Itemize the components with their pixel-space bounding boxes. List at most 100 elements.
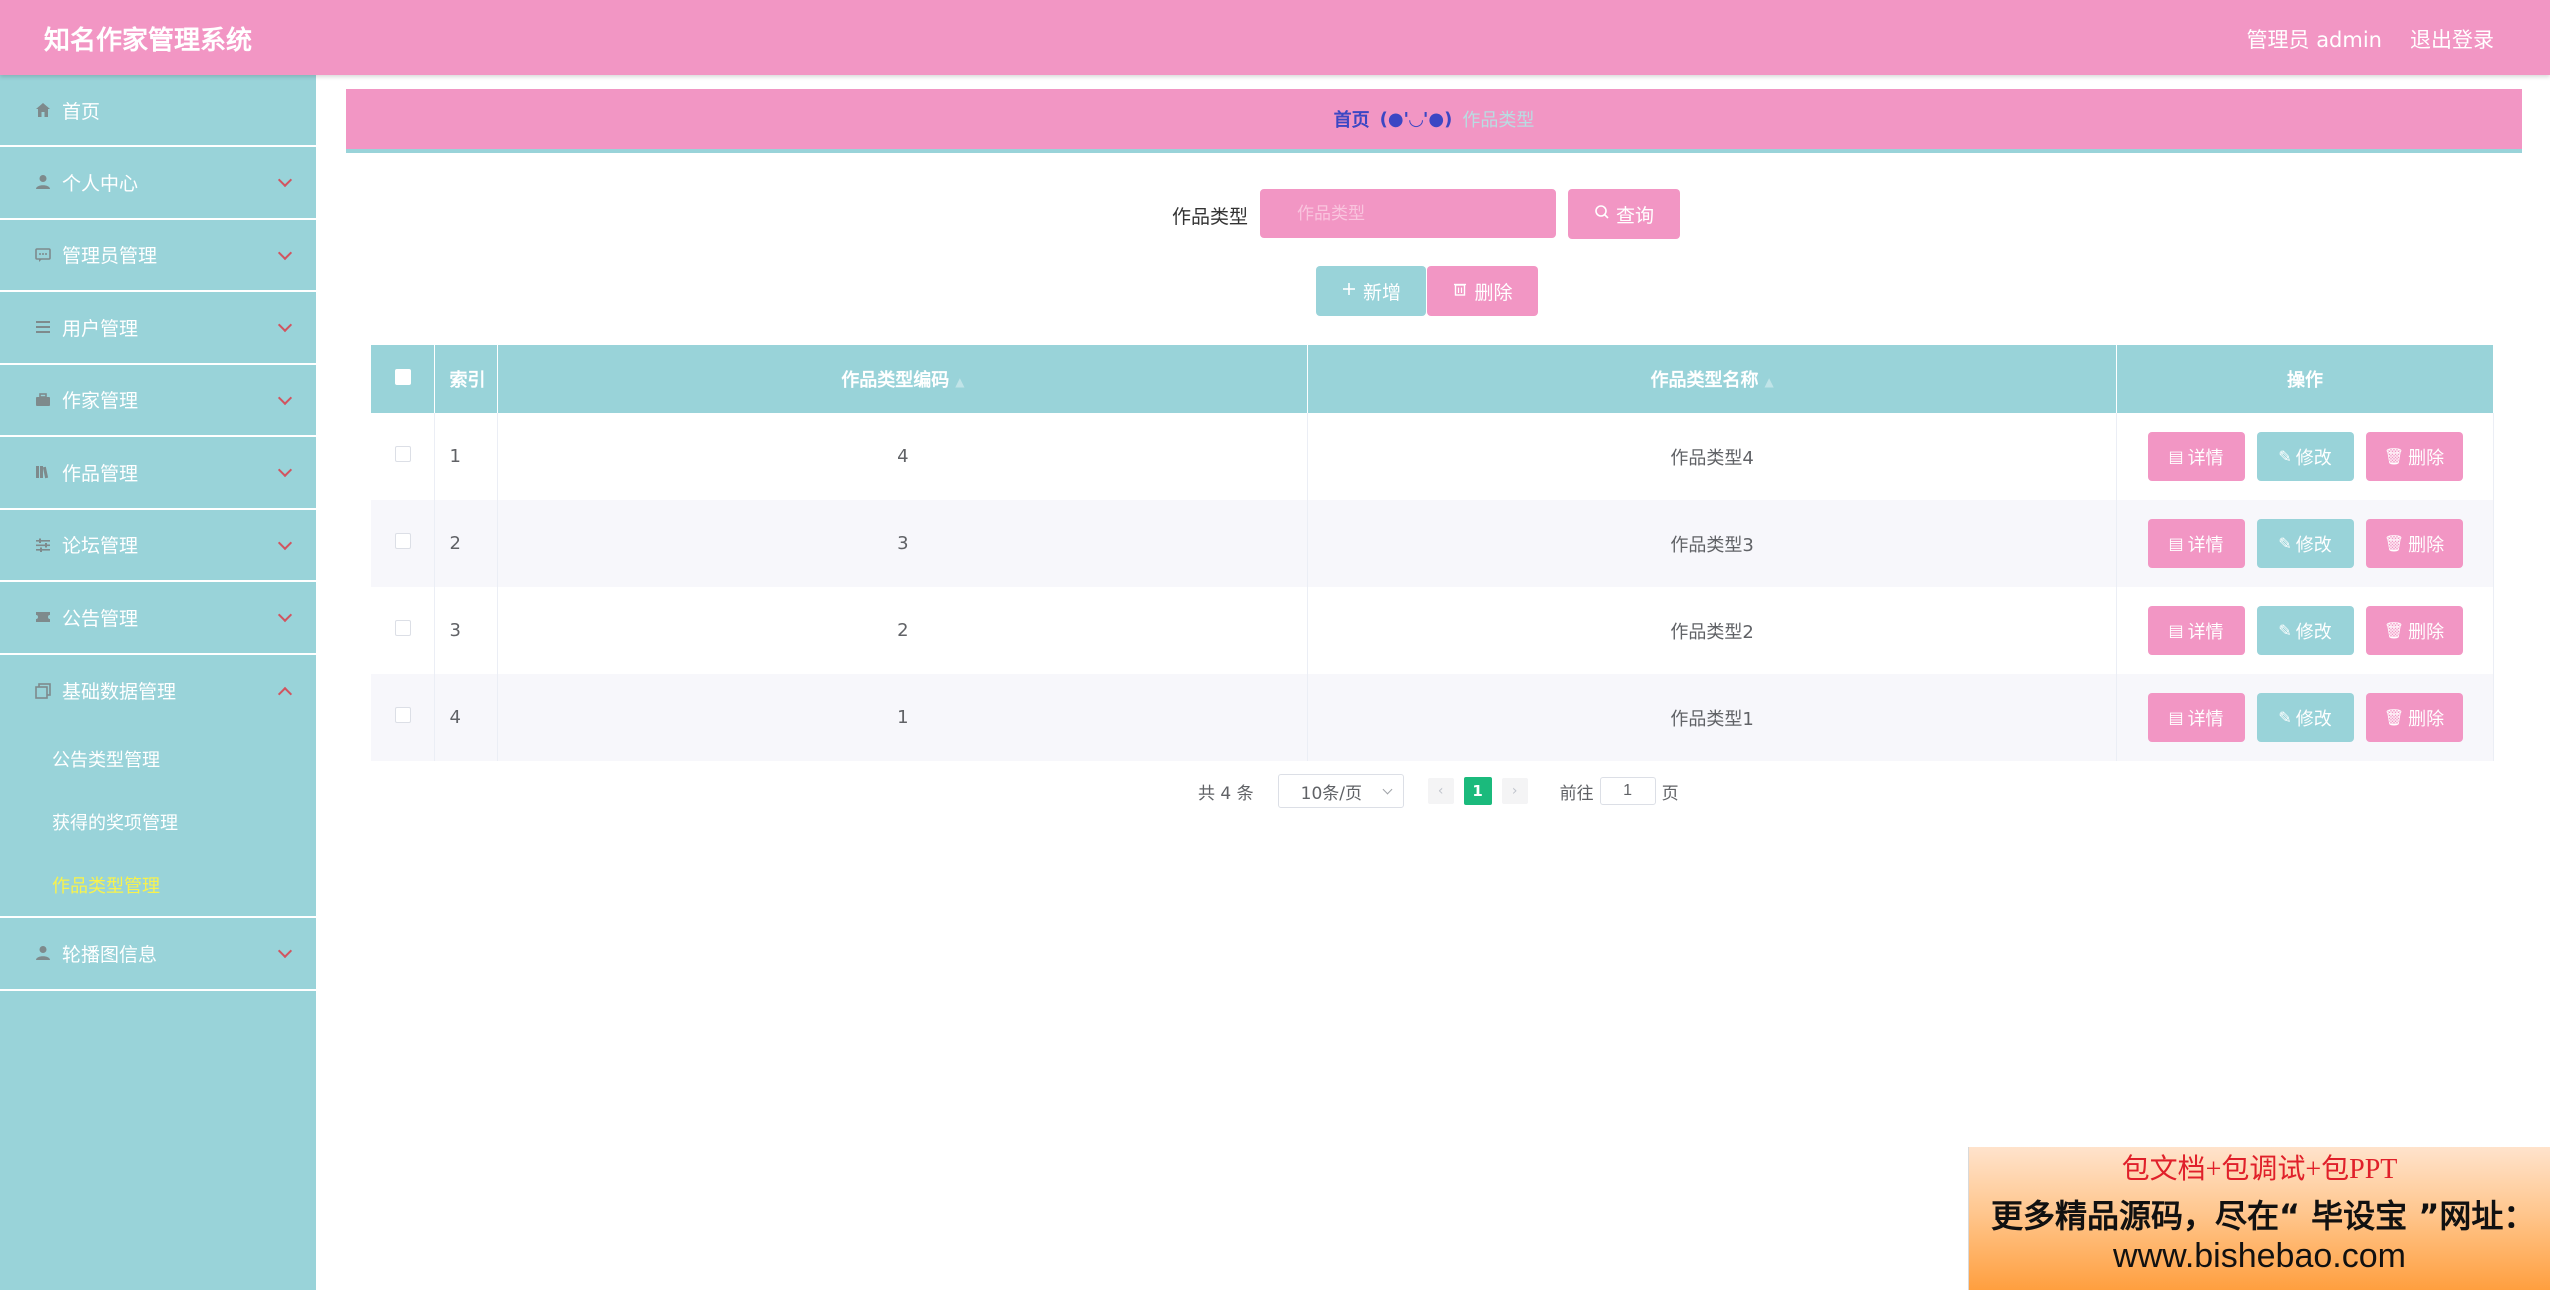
edit-button[interactable]: ✎ 修改: [2256, 693, 2354, 742]
chevron-down-icon: [277, 318, 293, 333]
sidebar-item-personal-center[interactable]: 个人中心: [0, 147, 316, 220]
detail-button[interactable]: ▤ 详情: [2147, 606, 2245, 655]
current-user: 管理员 admin: [2246, 28, 2382, 52]
sidebar-item-user-management[interactable]: 用户管理: [0, 292, 316, 365]
submenu-item-announcement-type[interactable]: 公告类型管理: [0, 727, 316, 790]
edit-button[interactable]: ✎ 修改: [2256, 519, 2354, 568]
sidebar-item-label: 个人中心: [62, 172, 139, 195]
person-icon: [32, 171, 54, 193]
submenu-basic-data: 公告类型管理 获得的奖项管理 作品类型管理: [0, 727, 316, 918]
chevron-down-icon: [277, 390, 293, 405]
chevron-down-icon: [277, 245, 293, 260]
header-name[interactable]: 作品类型名称 ▲: [1307, 345, 2117, 413]
person-icon: [32, 942, 54, 964]
sidebar-item-home[interactable]: 首页: [0, 75, 316, 147]
delete-button[interactable]: 🗑︎ 删除: [2365, 519, 2463, 568]
ticket-icon: [32, 606, 54, 628]
bulk-delete-button[interactable]: 删除: [1427, 266, 1538, 316]
sidebar-item-basic-data-management[interactable]: 基础数据管理: [0, 655, 316, 728]
submenu-item-award-management[interactable]: 获得的奖项管理: [0, 790, 316, 853]
goto-prefix: 前往: [1559, 783, 1594, 804]
trash-icon: 🗑︎: [2383, 534, 2405, 553]
detail-button[interactable]: ▤ 详情: [2147, 693, 2245, 742]
cell-index: 1: [434, 413, 499, 500]
header-index: 索引: [434, 345, 499, 413]
sidebar: 首页 个人中心 管理员管理 用户管理 作家管理 作品管理 论坛管理 公告管理 基…: [0, 75, 316, 1290]
sidebar-item-writer-management[interactable]: 作家管理: [0, 365, 316, 437]
chat-icon: [32, 244, 54, 266]
document-icon: ▤: [2168, 534, 2184, 553]
cell-index: 4: [434, 674, 499, 761]
sort-icon[interactable]: ▲: [1765, 375, 1774, 389]
detail-button-label: 详情: [2187, 708, 2224, 730]
logout-link[interactable]: 退出登录: [2410, 24, 2494, 54]
edit-button[interactable]: ✎ 修改: [2256, 432, 2354, 481]
page-number-current[interactable]: 1: [1463, 777, 1492, 805]
edit-icon: ✎: [2278, 534, 2292, 553]
header-code[interactable]: 作品类型编码 ▲: [497, 345, 1309, 413]
cell-code: 3: [497, 500, 1309, 587]
delete-button[interactable]: 🗑︎ 删除: [2365, 432, 2463, 481]
sidebar-item-works-management[interactable]: 作品管理: [0, 437, 316, 510]
search-label: 作品类型: [1172, 206, 1249, 228]
page-size-select[interactable]: 10条/页: [1277, 774, 1404, 808]
row-checkbox[interactable]: [394, 707, 411, 723]
trash-icon: 🗑︎: [2383, 621, 2405, 640]
sidebar-item-carousel-info[interactable]: 轮播图信息: [0, 918, 316, 991]
copy-icon: [32, 680, 54, 702]
row-select-cell[interactable]: [371, 413, 436, 500]
select-all-cell[interactable]: [371, 345, 436, 413]
delete-button[interactable]: 🗑︎ 删除: [2365, 693, 2463, 742]
sidebar-item-label: 轮播图信息: [62, 943, 158, 966]
sidebar-item-announcement-management[interactable]: 公告管理: [0, 582, 316, 655]
detail-button-label: 详情: [2187, 621, 2224, 643]
header-actions: 操作: [2116, 345, 2494, 413]
promo-banner: 包文档+包调试+包PPT 更多精品源码，尽在“ 毕设宝 ”网址： www.bis…: [1968, 1147, 2550, 1290]
search-input[interactable]: [1260, 189, 1556, 238]
sidebar-item-admin-management[interactable]: 管理员管理: [0, 220, 316, 292]
delete-button[interactable]: 🗑︎ 删除: [2365, 606, 2463, 655]
goto-suffix: 页: [1661, 783, 1679, 804]
breadcrumb-current: 作品类型: [1462, 110, 1535, 131]
trash-icon: 🗑︎: [2383, 708, 2405, 727]
promo-line-2: 更多精品源码，尽在“ 毕设宝 ”网址：: [1991, 1197, 2536, 1235]
document-icon: ▤: [2168, 708, 2184, 727]
table-row: 3 2 作品类型2 ▤ 详情 ✎ 修改 🗑︎ 删除: [371, 587, 2494, 674]
submenu-item-work-type[interactable]: 作品类型管理: [0, 853, 316, 916]
cell-code: 2: [497, 587, 1309, 674]
row-checkbox[interactable]: [394, 533, 411, 549]
chevron-up-icon: [277, 686, 293, 701]
delete-button-label: 删除: [2408, 447, 2445, 469]
sort-icon[interactable]: ▲: [955, 375, 964, 389]
row-checkbox[interactable]: [394, 446, 411, 462]
cell-actions: ▤ 详情 ✎ 修改 🗑︎ 删除: [2116, 500, 2494, 587]
row-select-cell[interactable]: [371, 500, 436, 587]
chevron-down-icon: [277, 535, 293, 550]
sidebar-item-label: 基础数据管理: [62, 681, 177, 704]
edit-button-label: 修改: [2295, 708, 2332, 730]
detail-button[interactable]: ▤ 详情: [2147, 519, 2245, 568]
search-icon: [1594, 204, 1610, 225]
query-button[interactable]: 查询: [1568, 189, 1680, 239]
row-select-cell[interactable]: [371, 587, 436, 674]
promo-line-3: www.bishebao.com: [2113, 1237, 2406, 1275]
trash-icon: [1452, 281, 1468, 302]
query-button-label: 查询: [1615, 205, 1654, 227]
edit-button[interactable]: ✎ 修改: [2256, 606, 2354, 655]
books-icon: [32, 461, 54, 483]
delete-button-label: 删除: [2408, 708, 2445, 730]
detail-button[interactable]: ▤ 详情: [2147, 432, 2245, 481]
cell-name: 作品类型1: [1307, 674, 2117, 761]
table-row: 1 4 作品类型4 ▤ 详情 ✎ 修改 🗑︎ 删除: [371, 413, 2494, 500]
breadcrumb-home[interactable]: 首页: [1334, 106, 1370, 132]
select-all-checkbox[interactable]: [394, 368, 411, 385]
row-select-cell[interactable]: [371, 674, 436, 761]
prev-page-button[interactable]: ‹: [1427, 778, 1454, 804]
sidebar-item-forum-management[interactable]: 论坛管理: [0, 510, 316, 582]
next-page-button[interactable]: ›: [1501, 778, 1528, 804]
row-checkbox[interactable]: [394, 620, 411, 636]
cell-code: 4: [497, 413, 1309, 500]
sidebar-item-label: 论坛管理: [62, 535, 139, 558]
add-button[interactable]: 新增: [1316, 266, 1426, 316]
goto-page-input[interactable]: [1599, 777, 1656, 805]
